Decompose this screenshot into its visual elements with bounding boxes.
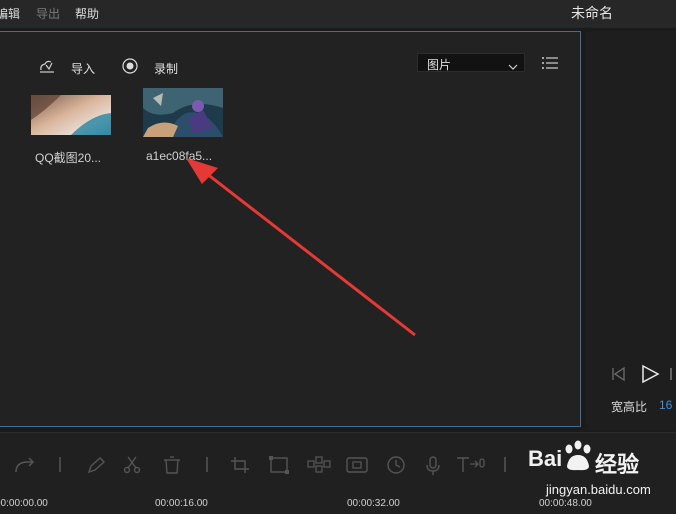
microphone-icon[interactable] [424, 456, 442, 481]
list-view-icon[interactable] [541, 55, 559, 76]
timeline-tick: 00:00:00.00 [0, 498, 48, 509]
media-filter-value: 图片 [427, 58, 452, 72]
menu-help[interactable]: 帮助 [75, 5, 99, 22]
watermark-suffix: 经验 [595, 452, 640, 477]
preview-panel [586, 31, 676, 430]
transform-icon[interactable] [268, 456, 290, 479]
mosaic-icon[interactable] [307, 456, 331, 479]
media-filter-dropdown[interactable]: 图片 [417, 53, 525, 72]
timeline-tick: 00:00:16.00 [155, 498, 208, 509]
media-thumbnail[interactable] [31, 95, 111, 135]
import-icon[interactable] [38, 58, 56, 79]
record-button[interactable]: 录制 [154, 60, 178, 77]
annotation-arrow [180, 150, 420, 345]
watermark-brand: Bai [528, 446, 563, 471]
record-icon[interactable] [122, 58, 138, 79]
menu-edit[interactable]: 编辑 [0, 5, 20, 22]
crop-icon[interactable] [230, 456, 250, 479]
timeline-tick: 00:00:32.00 [347, 498, 400, 509]
next-frame-icon[interactable] [668, 366, 676, 387]
toolbar-divider [205, 456, 209, 479]
previous-frame-icon[interactable] [610, 366, 626, 387]
text-to-speech-icon[interactable] [456, 456, 486, 479]
play-icon[interactable] [640, 364, 660, 389]
freeze-frame-icon[interactable] [346, 456, 368, 479]
toolbar-divider [58, 456, 62, 479]
redo-icon[interactable] [13, 456, 37, 479]
media-item-label: QQ截图20... [35, 151, 102, 165]
timeline-tick: 00:00:48.00 [539, 498, 592, 509]
document-title: 未命名 [571, 5, 613, 21]
aspect-ratio-value[interactable]: 16 [659, 398, 672, 412]
menu-export[interactable]: 导出 [36, 5, 60, 22]
aspect-ratio-label: 宽高比 [611, 400, 648, 414]
trash-icon[interactable] [162, 456, 182, 479]
paw-logo [561, 440, 595, 479]
toolbar-divider [503, 456, 507, 479]
pencil-icon[interactable] [86, 456, 106, 479]
media-thumbnail[interactable] [143, 88, 223, 137]
import-button[interactable]: 导入 [71, 60, 95, 77]
clock-icon[interactable] [386, 456, 406, 479]
scissors-icon[interactable] [122, 456, 142, 479]
chevron-down-icon [508, 58, 518, 76]
watermark-url: jingyan.baidu.com [546, 482, 651, 497]
